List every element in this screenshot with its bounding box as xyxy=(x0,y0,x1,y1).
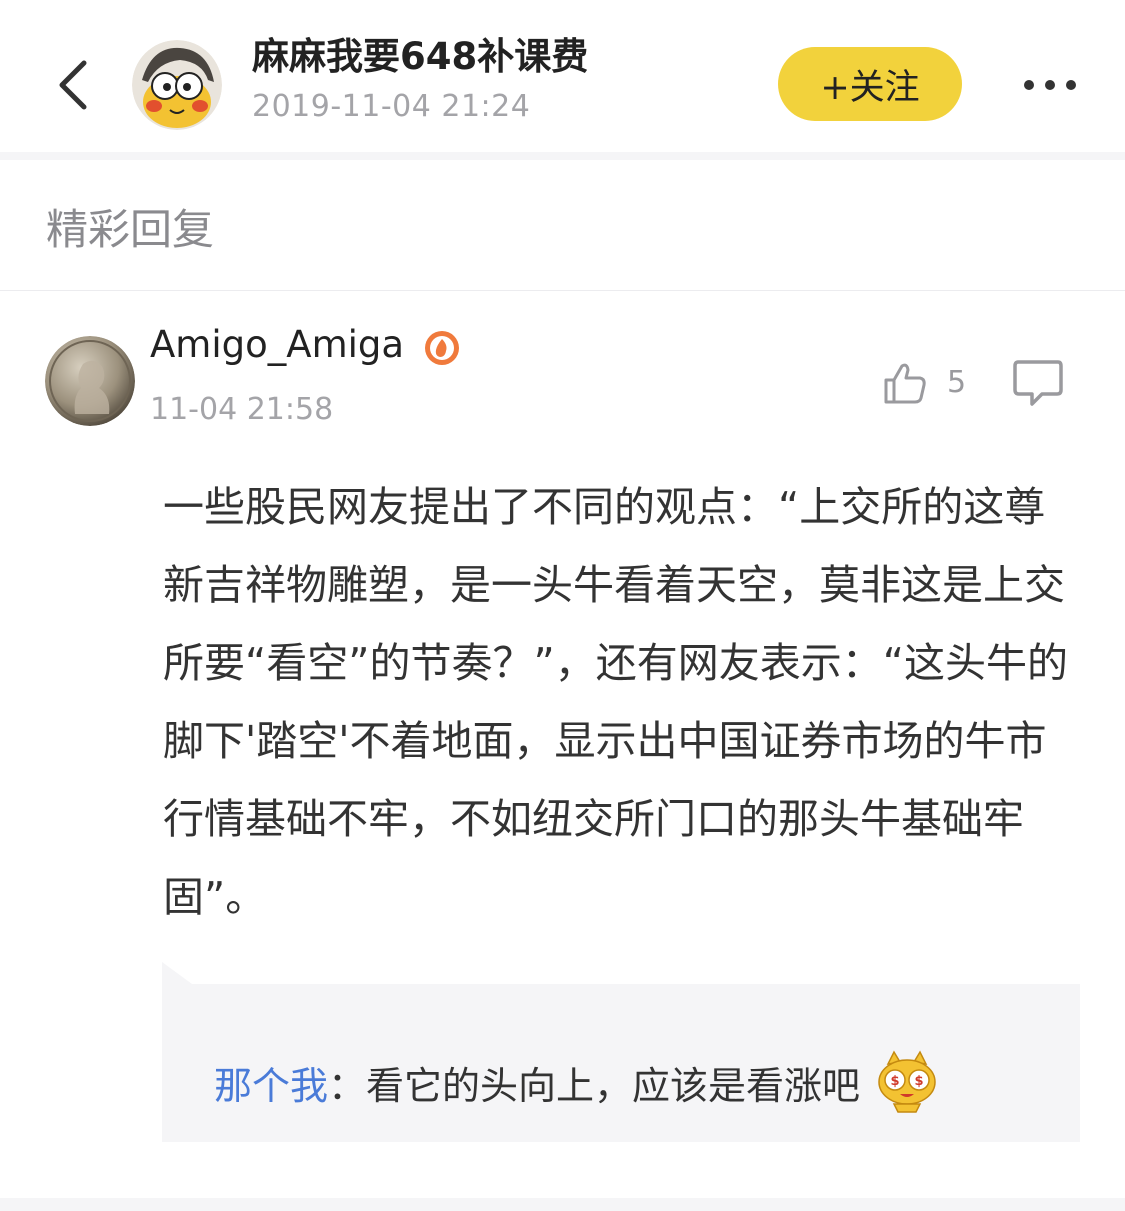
sub-reply-line: 那个我：看它的头向上，应该是看涨吧 $ $ xyxy=(214,1050,942,1114)
post-time: 2019-11-04 21:24 xyxy=(252,89,531,124)
hot-badge-icon xyxy=(425,331,459,365)
more-button[interactable] xyxy=(1018,60,1082,110)
sub-reply-text: 看它的头向上，应该是看涨吧 xyxy=(366,1063,861,1108)
poster-avatar[interactable] xyxy=(132,40,222,130)
commenter-avatar[interactable] xyxy=(45,336,135,426)
bottom-divider xyxy=(0,1198,1125,1211)
header-divider xyxy=(0,152,1125,160)
sub-reply-box[interactable]: 那个我：看它的头向上，应该是看涨吧 $ $ xyxy=(162,984,1080,1142)
svg-text:$: $ xyxy=(891,1074,900,1089)
section-divider xyxy=(0,290,1125,291)
post-header: 麻麻我要648补课费 2019-11-04 21:24 +关注 xyxy=(0,0,1125,152)
sub-reply-colon: ： xyxy=(328,1063,367,1108)
commenter-name[interactable]: Amigo_Amiga xyxy=(150,323,404,366)
follow-button[interactable]: +关注 xyxy=(778,47,962,121)
more-dots-icon xyxy=(1024,80,1076,90)
comment-bubble-icon[interactable] xyxy=(1012,358,1064,408)
chevron-left-icon xyxy=(59,60,87,110)
back-button[interactable] xyxy=(44,50,100,120)
comment-time: 11-04 21:58 xyxy=(150,392,334,427)
thumbs-up-icon[interactable] xyxy=(880,358,930,408)
money-eyes-tiger-emoji: $ $ xyxy=(878,1050,936,1113)
sub-reply-tail xyxy=(162,962,192,984)
sub-reply-author[interactable]: 那个我 xyxy=(214,1055,328,1110)
section-title: 精彩回复 xyxy=(46,205,215,254)
comment-body: 一些股民网友提出了不同的观点：“上交所的这尊新吉祥物雕塑，是一头牛看着天空，莫非… xyxy=(163,483,1068,921)
like-count: 5 xyxy=(947,365,967,400)
poster-name[interactable]: 麻麻我要648补课费 xyxy=(252,26,588,80)
svg-text:$: $ xyxy=(915,1074,924,1089)
